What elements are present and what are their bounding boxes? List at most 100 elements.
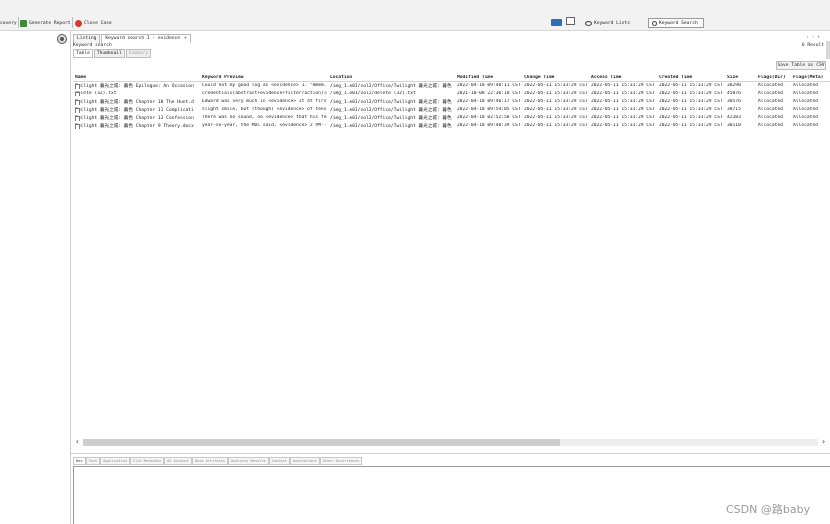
cell-flags-meta: Allocated	[793, 91, 818, 96]
file-icon	[75, 100, 80, 105]
file-name-text: Twilight 暮光之城: 暮色 Chapter 10 The Hunt.d	[75, 100, 194, 105]
tab-keyword-search[interactable]: Keyword search 1 - evidence ×	[101, 34, 191, 43]
close-case-button[interactable]: Close Case	[75, 18, 112, 28]
main-toolbar: covery Generate Report Close Case Keywor…	[0, 0, 830, 31]
col-header-modified-time[interactable]: Modified Time	[457, 75, 521, 80]
scroll-right-icon[interactable]: ›	[821, 437, 826, 446]
viewer-tab-hex[interactable]: Hex	[73, 457, 86, 465]
table-row[interactable]: Twilight 暮光之城: 暮色 Chapter 11 Complicati s…	[73, 106, 830, 114]
table-row[interactable]: Twilight 暮光之城: 暮色 Epilogue: An Occasion C…	[73, 82, 830, 90]
cell-keyword-preview: There was no sound, no <evidence> that h…	[202, 115, 327, 120]
tab-listing[interactable]: Listing	[73, 34, 101, 43]
viewer-tabs: Hex Text Application File Metadata OS Accoun…	[73, 457, 363, 465]
cell-flags-meta: Allocated	[793, 107, 818, 112]
viewer-tab-application[interactable]: Application	[100, 457, 130, 465]
col-header-keyword-preview[interactable]: Keyword Preview	[202, 75, 327, 80]
mail-icon[interactable]	[551, 19, 562, 26]
tab-navigation-arrows[interactable]: ‹ › ▾	[806, 35, 820, 40]
keyword-search-button[interactable]: Keyword Search	[648, 18, 704, 28]
viewer-tab-data-artifacts[interactable]: Data Artifacts	[191, 457, 229, 465]
scrollbar-thumb[interactable]	[83, 439, 560, 446]
tab-label: Keyword search 1 - evidence	[105, 36, 181, 41]
viewer-tab-os-account[interactable]: OS Account	[164, 457, 192, 465]
tab-table[interactable]: Table	[73, 49, 93, 58]
cell-location: /img_1.e01/vol2/Office/Twilight 暮光之城: 暮色	[330, 100, 452, 105]
table-row[interactable]: delete (32).txt credentials(abstract+evid…	[73, 90, 830, 98]
col-header-name[interactable]: Name	[75, 75, 201, 80]
collapse-strip[interactable]	[826, 41, 830, 59]
viewer-tab-analysis-results[interactable]: Analysis Results	[228, 457, 269, 465]
close-tab-icon[interactable]: ×	[184, 36, 187, 41]
cell-size: 38290	[727, 83, 741, 88]
cell-change-time: 2022-05-11 15:33:29 CST	[524, 115, 588, 120]
viewer-tab-file-metadata[interactable]: File Metadata	[129, 457, 165, 465]
cell-change-time: 2022-05-11 15:33:29 CST	[524, 99, 588, 104]
cell-location: /img_1.e01/vol2/delete (32).txt	[330, 91, 416, 96]
col-header-access-time[interactable]: Access Time	[591, 75, 655, 80]
file-name-text: Twilight 暮光之城: 暮色 Chapter 11 Complicati	[75, 108, 194, 113]
scroll-left-icon[interactable]: ‹	[75, 437, 80, 446]
cell-modified-time: 2022-04-18 09:54:05 CST	[457, 107, 521, 112]
horizontal-scrollbar[interactable]: ‹ ›	[71, 437, 830, 447]
viewer-content-box	[73, 466, 830, 524]
cell-access-time: 2022-05-11 15:33:29 CST	[591, 123, 655, 128]
cell-created-time: 2022-05-11 15:33:29 CST	[659, 99, 723, 104]
tab-thumbnail[interactable]: Thumbnail	[93, 49, 125, 58]
col-header-flags-meta[interactable]: Flags(Meta)	[793, 75, 830, 80]
cell-keyword-preview: year-so-year, the MOC said, <evidence> 2…	[202, 123, 327, 128]
cell-keyword-preview: Could not my good log as <evidence> 1. "…	[202, 83, 327, 88]
cell-modified-time: 2022-04-18 09:48:39 CST	[457, 123, 521, 128]
discovery-button[interactable]: covery	[0, 18, 17, 28]
cell-modified-time: 2022-04-18 09:48:11 CST	[457, 83, 521, 88]
cell-keyword-preview: credentials(abstract+evidence+filter/act…	[202, 91, 327, 96]
view-tabs: Table Thumbnail Summary	[73, 49, 152, 58]
cell-size: 38110	[727, 123, 741, 128]
file-name-text: Twilight 暮光之城: 暮色 Chapter 13 Confession	[75, 116, 194, 121]
cell-location: /img_1.e01/vol2/Office/Twilight 暮光之城: 暮色	[330, 116, 452, 121]
left-tree-panel	[0, 31, 71, 524]
cell-flags-dir: Allocated	[758, 99, 783, 104]
keyword-search-label: Keyword Search	[659, 20, 698, 26]
cell-modified-time: 2021-10-08 22:36:18 CST	[457, 91, 521, 96]
cell-change-time: 2022-05-11 15:33:29 CST	[524, 123, 588, 128]
cell-name: Twilight 暮光之城: 暮色 Chapter 13 Confession	[75, 115, 201, 121]
col-header-change-time[interactable]: Change Time	[524, 75, 588, 80]
tab-summary[interactable]: Summary	[125, 49, 152, 58]
viewer-tab-text[interactable]: Text	[85, 457, 101, 465]
col-header-created-time[interactable]: Created Time	[659, 75, 723, 80]
generate-report-label: Generate Report	[29, 20, 71, 26]
toolbar-divider	[18, 17, 19, 28]
table-row[interactable]: Twilight 暮光之城: 暮色 Chapter 13 Confession T…	[73, 114, 830, 122]
search-icon	[652, 20, 657, 26]
toolbar-divider	[72, 17, 73, 28]
viewer-tab-other-occurrences[interactable]: Other Occurrences	[319, 457, 363, 465]
close-case-label: Close Case	[84, 20, 112, 26]
cell-flags-dir: Allocated	[758, 115, 783, 120]
cell-size: 38715	[727, 107, 741, 112]
gear-icon[interactable]	[58, 35, 66, 43]
table-row[interactable]: Twilight 暮光之城: 暮色 Chapter 10 The Hunt.d E…	[73, 98, 830, 106]
cell-location: /img_1.e01/vol2/Office/Twilight 暮光之城: 暮色	[330, 124, 452, 129]
cell-access-time: 2022-05-11 15:33:29 CST	[591, 83, 655, 88]
monitor-icon[interactable]	[566, 17, 575, 25]
cell-created-time: 2022-05-11 15:33:29 CST	[659, 83, 723, 88]
save-table-csv-button[interactable]: Save Table as CSV	[776, 61, 826, 70]
keyword-lists-button[interactable]: Keyword Lists	[585, 18, 630, 28]
viewer-tab-context[interactable]: Context	[268, 457, 290, 465]
viewer-tab-annotations[interactable]: Annotations	[289, 457, 320, 465]
cell-name: Twilight 暮光之城: 暮色 Epilogue: An Occasion	[75, 83, 201, 89]
cell-change-time: 2022-05-11 15:33:29 CST	[524, 107, 588, 112]
cell-size: 45076	[727, 91, 741, 96]
file-icon	[75, 124, 80, 129]
cell-access-time: 2022-05-11 15:33:29 CST	[591, 91, 655, 96]
cell-keyword-preview: Edward was very much in <evidence> It at…	[202, 99, 327, 104]
results-tabbar: Listing Keyword search 1 - evidence ×	[73, 34, 191, 43]
cell-flags-meta: Allocated	[793, 99, 818, 104]
watermark: CSDN @路baby	[726, 503, 811, 516]
col-header-size[interactable]: Size	[727, 75, 755, 80]
table-row[interactable]: Twilight 暮光之城: 暮色 Chapter 9 Theory.docx y…	[73, 122, 830, 130]
cell-change-time: 2022-05-11 15:33:29 CST	[524, 83, 588, 88]
col-header-flags-dir[interactable]: Flags(Dir)	[758, 75, 791, 80]
col-header-location[interactable]: Location	[330, 75, 454, 80]
generate-report-button[interactable]: Generate Report	[20, 18, 71, 28]
